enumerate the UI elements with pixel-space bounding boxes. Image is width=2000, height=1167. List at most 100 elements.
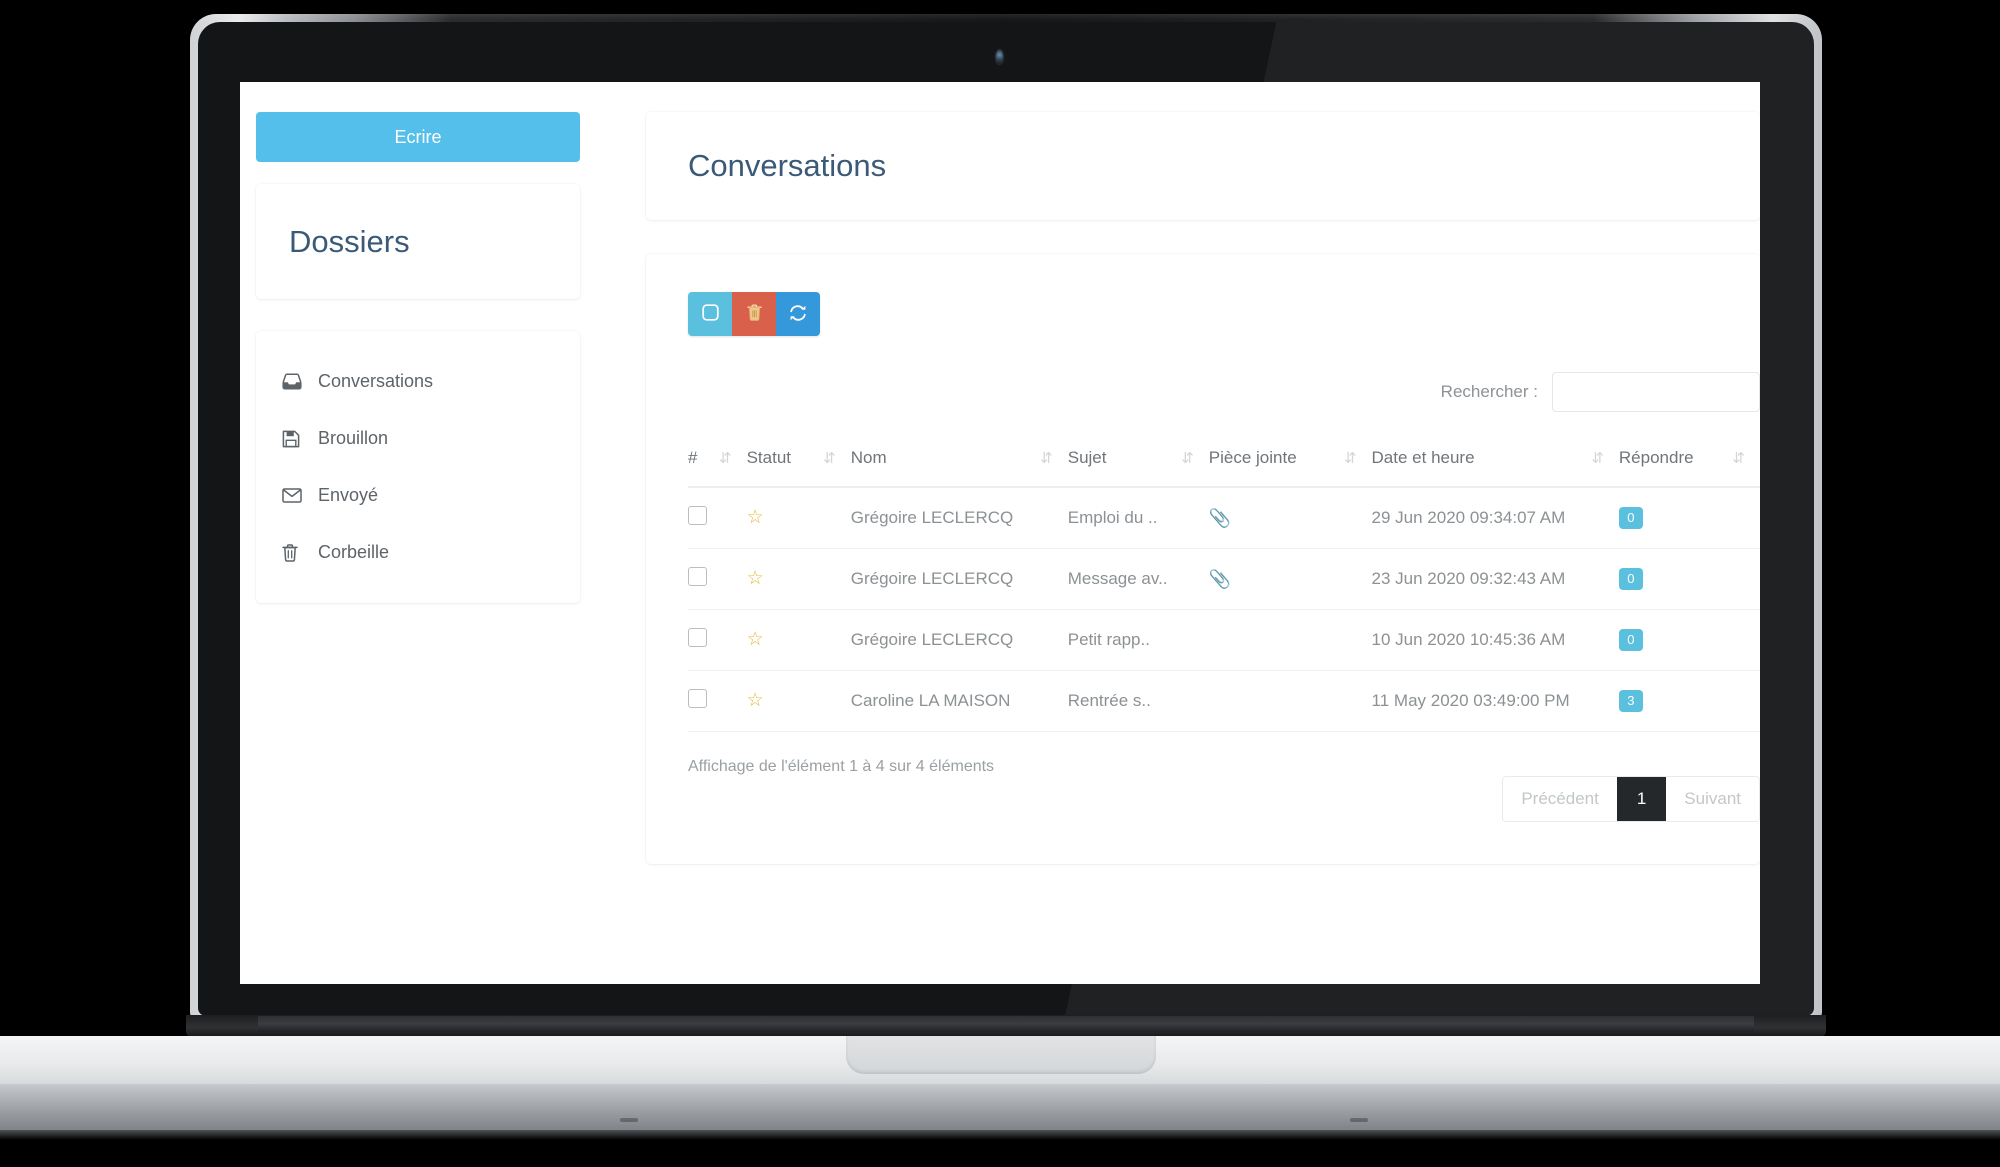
sidebar-item-brouillon[interactable]: Brouillon	[256, 410, 580, 467]
table-row[interactable]: ☆ Grégoire LECLERCQ Emploi du .. 📎 29 Ju…	[688, 487, 1760, 549]
row-date: 29 Jun 2020 09:34:07 AM	[1371, 487, 1619, 549]
row-select-cell	[688, 670, 747, 732]
row-attachment-cell	[1208, 609, 1372, 671]
column-label: Date et heure	[1371, 448, 1475, 467]
row-sujet: Rentrée s..	[1067, 670, 1209, 732]
table-row[interactable]: ☆ Caroline LA MAISON Rentrée s.. 11 May …	[688, 670, 1760, 732]
reply-count-badge[interactable]: 3	[1618, 689, 1643, 713]
folder-nav: Conversations Brouillon Envoyé Corbeille	[256, 331, 580, 603]
checkbox-icon	[701, 304, 719, 324]
star-outline-icon[interactable]: ☆	[747, 568, 764, 589]
trash-icon	[746, 304, 762, 324]
sort-desc-icon: ⇵	[719, 449, 732, 467]
row-date: 23 Jun 2020 09:32:43 AM	[1371, 548, 1619, 610]
row-status-cell: ☆	[746, 609, 851, 671]
folders-card: Dossiers	[256, 184, 580, 299]
sort-icon: ⇵	[1343, 449, 1357, 467]
row-attachment-cell	[1208, 670, 1372, 732]
reply-count-badge[interactable]: 0	[1618, 628, 1643, 652]
star-outline-icon[interactable]: ☆	[747, 507, 764, 528]
column-header-index[interactable]: # ⇵	[688, 434, 747, 488]
sidebar-item-envoye[interactable]: Envoyé	[256, 467, 580, 524]
row-nom: Caroline LA MAISON	[850, 670, 1068, 732]
sort-icon: ⇵	[1040, 449, 1053, 467]
column-header-repondre[interactable]: Répondre ⇵	[1618, 434, 1760, 488]
main-content: Conversations Rechercher: # ⇵ Statut ⇵ …	[612, 82, 1760, 984]
column-label: Pièce jointe	[1208, 448, 1297, 467]
folders-title: Dossiers	[289, 223, 410, 259]
pagination-previous[interactable]: Précédent	[1503, 777, 1617, 821]
row-nom: Grégoire LECLERCQ	[850, 609, 1068, 671]
sidebar-item-corbeille[interactable]: Corbeille	[256, 524, 580, 581]
floppy-disk-icon	[282, 429, 308, 449]
column-header-piece-jointe[interactable]: Pièce jointe ⇵	[1208, 434, 1372, 488]
star-outline-icon[interactable]: ☆	[747, 629, 764, 650]
row-repondre-cell: 3	[1618, 670, 1760, 732]
row-repondre-cell: 0	[1618, 609, 1760, 671]
row-checkbox[interactable]	[688, 689, 707, 708]
sidebar-item-label: Brouillon	[318, 428, 389, 448]
conversations-panel: Rechercher : # ⇵ Statut ⇵ Nom ⇵ Sujet ⇵ …	[646, 254, 1760, 864]
paperclip-icon: 📎	[1208, 507, 1232, 528]
pagination-page-1[interactable]: 1	[1616, 777, 1667, 821]
sidebar-item-conversations[interactable]: Conversations	[256, 353, 580, 410]
webcam-icon	[996, 50, 1003, 64]
refresh-button[interactable]	[776, 292, 820, 336]
column-header-sujet[interactable]: Sujet ⇵	[1067, 434, 1209, 488]
laptop-base-underside	[0, 1084, 2000, 1132]
compose-button[interactable]: Ecrire	[256, 112, 580, 162]
table-row[interactable]: ☆ Grégoire LECLERCQ Petit rapp.. 10 Jun …	[688, 609, 1760, 671]
conversations-table: # ⇵ Statut ⇵ Nom ⇵ Sujet ⇵ Pièce jointe …	[688, 434, 1760, 732]
row-status-cell: ☆	[746, 670, 851, 732]
search-input[interactable]	[1552, 372, 1760, 412]
column-label: Statut	[746, 448, 791, 467]
page-title: Conversations	[688, 148, 887, 183]
mail-app: Ecrire Dossiers Conversations Brouillon …	[240, 82, 1760, 984]
paperclip-icon: 📎	[1208, 568, 1232, 589]
table-body: ☆ Grégoire LECLERCQ Emploi du .. 📎 29 Ju…	[688, 487, 1760, 732]
row-attachment-cell: 📎	[1208, 548, 1372, 610]
table-header-row: # ⇵ Statut ⇵ Nom ⇵ Sujet ⇵ Pièce jointe …	[688, 434, 1760, 488]
row-checkbox[interactable]	[688, 506, 707, 525]
delete-button[interactable]	[732, 292, 776, 336]
inbox-icon	[282, 372, 308, 392]
row-sujet: Message av..	[1067, 548, 1209, 610]
sort-icon: ⇵	[823, 449, 836, 467]
sidebar: Ecrire Dossiers Conversations Brouillon …	[240, 82, 612, 984]
select-all-button[interactable]	[688, 292, 732, 336]
row-checkbox[interactable]	[688, 628, 707, 647]
star-outline-icon[interactable]: ☆	[747, 690, 764, 711]
column-label: #	[688, 448, 698, 467]
search-label: Rechercher :	[1440, 382, 1538, 401]
table-head: # ⇵ Statut ⇵ Nom ⇵ Sujet ⇵ Pièce jointe …	[688, 434, 1760, 488]
column-label: Nom	[850, 448, 887, 467]
row-nom: Grégoire LECLERCQ	[850, 487, 1068, 549]
sidebar-item-label: Conversations	[318, 371, 434, 391]
entries-info: Affichage de l'élément 1 à 4 sur 4 éléme…	[688, 758, 995, 775]
row-date: 11 May 2020 03:49:00 PM	[1371, 670, 1619, 732]
table-toolbar	[688, 292, 820, 336]
sort-icon: ⇵	[1181, 449, 1194, 467]
row-select-cell	[688, 487, 747, 549]
table-row[interactable]: ☆ Grégoire LECLERCQ Message av.. 📎 23 Ju…	[688, 548, 1760, 610]
sidebar-item-label: Corbeille	[318, 542, 390, 562]
column-header-statut[interactable]: Statut ⇵	[746, 434, 851, 488]
row-nom: Grégoire LECLERCQ	[850, 548, 1068, 610]
sort-icon: ⇵	[1591, 449, 1604, 467]
row-status-cell: ☆	[746, 487, 851, 549]
row-status-cell: ☆	[746, 548, 851, 610]
column-header-date[interactable]: Date et heure ⇵	[1371, 434, 1619, 488]
reply-count-badge[interactable]: 0	[1618, 567, 1643, 591]
column-label: Sujet	[1067, 448, 1107, 467]
row-date: 10 Jun 2020 10:45:36 AM	[1371, 609, 1619, 671]
pagination-next[interactable]: Suivant	[1666, 777, 1759, 821]
envelope-icon	[282, 486, 308, 506]
row-repondre-cell: 0	[1618, 487, 1760, 549]
laptop-mockup: Ecrire Dossiers Conversations Brouillon …	[0, 0, 2000, 1167]
reply-count-badge[interactable]: 0	[1618, 506, 1643, 530]
column-label: Répondre	[1618, 448, 1694, 467]
row-sujet: Emploi du ..	[1067, 487, 1209, 549]
row-repondre-cell: 0	[1618, 548, 1760, 610]
row-checkbox[interactable]	[688, 567, 707, 586]
column-header-nom[interactable]: Nom ⇵	[850, 434, 1068, 488]
